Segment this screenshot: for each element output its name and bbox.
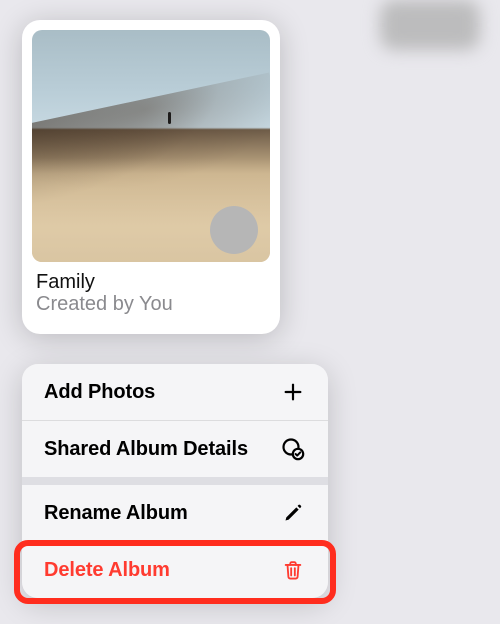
album-title: Family — [36, 270, 266, 294]
add-photos-button[interactable]: Add Photos — [22, 364, 328, 420]
background-blur — [380, 0, 480, 50]
album-meta: Family Created by You — [22, 262, 280, 334]
pencil-icon — [280, 500, 306, 526]
menu-item-label: Add Photos — [44, 381, 155, 404]
album-thumbnail-wrap — [22, 20, 280, 262]
trash-icon — [280, 557, 306, 583]
album-subtitle: Created by You — [36, 292, 266, 316]
delete-album-button[interactable]: Delete Album — [22, 542, 328, 598]
menu-item-label: Delete Album — [44, 559, 170, 582]
rename-album-button[interactable]: Rename Album — [22, 485, 328, 541]
album-preview-card[interactable]: Family Created by You — [22, 20, 280, 334]
album-thumbnail — [32, 30, 270, 262]
decorative-figure — [168, 112, 171, 124]
shared-album-icon — [280, 436, 306, 462]
plus-icon — [280, 379, 306, 405]
menu-item-label: Shared Album Details — [44, 438, 248, 461]
context-menu: Add Photos Shared Album Details Rename A… — [22, 364, 328, 598]
owner-avatar — [210, 206, 258, 254]
menu-separator — [22, 477, 328, 485]
shared-album-details-button[interactable]: Shared Album Details — [22, 421, 328, 477]
menu-item-label: Rename Album — [44, 502, 188, 525]
